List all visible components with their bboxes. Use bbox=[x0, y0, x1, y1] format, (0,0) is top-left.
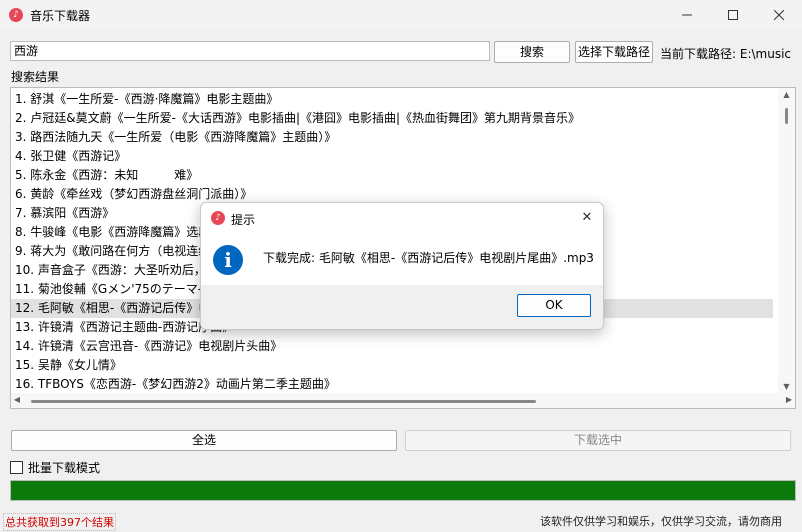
scroll-down-icon[interactable]: ▼ bbox=[778, 382, 795, 391]
list-item[interactable]: 1. 舒淇《一生所爱-《西游·降魔篇》电影主题曲》 bbox=[11, 90, 773, 109]
scroll-left-icon[interactable]: ◀ bbox=[11, 395, 23, 404]
results-label: 搜索结果 bbox=[11, 70, 60, 84]
minimize-icon bbox=[682, 14, 692, 16]
window-title: 音乐下载器 bbox=[30, 9, 91, 23]
current-path-label: 当前下载路径: E:\music bbox=[660, 47, 792, 61]
minimize-button[interactable] bbox=[664, 0, 710, 30]
dialog-title-bar: ♪ 提示 ✕ bbox=[201, 203, 603, 235]
music-note-icon: ♪ bbox=[211, 211, 225, 225]
scroll-up-icon[interactable]: ▲ bbox=[778, 90, 795, 99]
list-item[interactable]: 4. 张卫健《西游记》 bbox=[11, 147, 773, 166]
list-item[interactable]: 2. 卢冠廷&莫文蔚《一生所爱-《大话西游》电影插曲|《港囧》电影插曲|《热血街… bbox=[11, 109, 773, 128]
horizontal-scrollbar[interactable]: ◀ ▶ bbox=[11, 393, 795, 408]
status-result-count: 总共获取到397个结果 bbox=[3, 513, 116, 531]
maximize-button[interactable] bbox=[710, 0, 756, 30]
choose-path-button[interactable]: 选择下载路径 bbox=[575, 41, 653, 63]
dialog-title: 提示 bbox=[231, 213, 256, 227]
list-item[interactable]: 15. 吴静《女儿情》 bbox=[11, 356, 773, 375]
list-item[interactable]: 5. 陈永金《西游：未知 难》 bbox=[11, 166, 773, 185]
list-item[interactable]: 3. 路西法随九天《一生所爱（电影《西游降魔篇》主题曲）》 bbox=[11, 128, 773, 147]
music-note-icon: ♪ bbox=[9, 8, 23, 22]
info-icon: i bbox=[213, 245, 243, 275]
title-bar: ♪ 音乐下载器 bbox=[0, 0, 802, 30]
progress-fill bbox=[11, 481, 795, 500]
vertical-scroll-thumb[interactable] bbox=[785, 108, 788, 124]
batch-mode-checkbox[interactable] bbox=[10, 461, 23, 474]
close-button[interactable] bbox=[756, 0, 802, 30]
progress-bar bbox=[10, 480, 796, 501]
scroll-right-icon[interactable]: ▶ bbox=[783, 395, 795, 404]
status-disclaimer: 该软件仅供学习和娱乐，仅供学习交流，请勿商用 bbox=[540, 515, 782, 528]
dialog-close-icon[interactable]: ✕ bbox=[579, 210, 595, 226]
close-icon bbox=[774, 10, 784, 20]
search-input[interactable]: 西游 bbox=[10, 41, 490, 61]
message-dialog: ♪ 提示 ✕ i 下载完成: 毛阿敏《相思-《西游记后传》电视剧片尾曲》.mp3… bbox=[200, 202, 604, 330]
list-item[interactable]: 14. 许镜清《云宫迅音-《西游记》电视剧片头曲》 bbox=[11, 337, 773, 356]
batch-mode-label: 批量下载模式 bbox=[28, 461, 101, 475]
batch-mode-toggle[interactable]: 批量下载模式 bbox=[10, 459, 100, 476]
search-button[interactable]: 搜索 bbox=[494, 41, 570, 63]
ok-button[interactable]: OK bbox=[517, 294, 591, 317]
dialog-message: 下载完成: 毛阿敏《相思-《西游记后传》电视剧片尾曲》.mp3 bbox=[263, 251, 594, 265]
list-item[interactable]: 16. TFBOYS《恋西游-《梦幻西游2》动画片第二季主题曲》 bbox=[11, 375, 773, 394]
vertical-scrollbar[interactable]: ▲ ▼ bbox=[778, 88, 795, 393]
horizontal-scroll-thumb[interactable] bbox=[31, 400, 536, 403]
download-selected-button[interactable]: 下载选中 bbox=[405, 430, 791, 451]
maximize-icon bbox=[728, 10, 738, 20]
select-all-button[interactable]: 全选 bbox=[11, 430, 397, 451]
